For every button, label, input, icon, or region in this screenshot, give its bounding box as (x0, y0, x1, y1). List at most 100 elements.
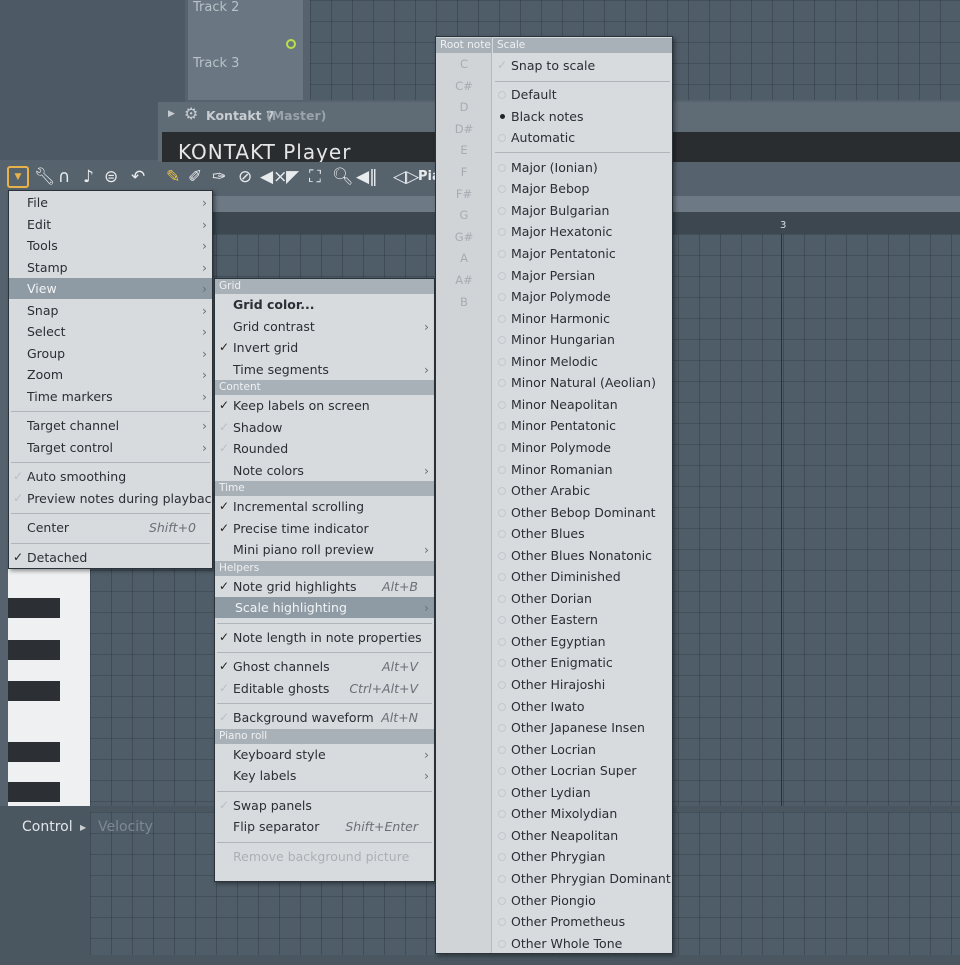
scale-other-locrian[interactable]: Other Locrian (493, 739, 672, 760)
black-key[interactable] (8, 598, 60, 618)
menu-dropdown-icon[interactable]: ▼ (7, 166, 29, 188)
scale-other-prometheus[interactable]: Other Prometheus (493, 911, 672, 932)
menu-item-zoom[interactable]: Zoom › (9, 364, 212, 385)
scale-minor-harmonic[interactable]: Minor Harmonic (493, 308, 672, 329)
scale-major-bulgarian[interactable]: Major Bulgarian (493, 200, 672, 221)
menu-item-note-colors[interactable]: Note colors › (215, 460, 434, 481)
menu-item-select[interactable]: Select › (9, 321, 212, 342)
menu-item-keyboard-style[interactable]: Keyboard style › (215, 744, 434, 765)
scale-other-piongio[interactable]: Other Piongio (493, 890, 672, 911)
menu-item-center[interactable]: Center Shift+0 (9, 517, 212, 538)
scale-minor-neapolitan[interactable]: Minor Neapolitan (493, 394, 672, 415)
scale-minor-pentatonic[interactable]: Minor Pentatonic (493, 415, 672, 436)
scale-minor-hungarian[interactable]: Minor Hungarian (493, 329, 672, 350)
root-note-f-sharp[interactable]: F# (436, 187, 492, 201)
menu-item-editable-ghosts[interactable]: ✓ Editable ghosts Ctrl+Alt+V (215, 678, 434, 699)
scale-major-polymode[interactable]: Major Polymode (493, 286, 672, 307)
scale-major-pentatonic[interactable]: Major Pentatonic (493, 243, 672, 264)
root-note-e[interactable]: E (436, 143, 492, 157)
paint-icon[interactable]: ✐ (188, 167, 202, 187)
menu-item-grid-contrast[interactable]: Grid contrast › (215, 316, 434, 337)
menu-item-target-control[interactable]: Target control › (9, 437, 212, 458)
scale-other-whole-tone[interactable]: Other Whole Tone (493, 933, 672, 954)
menu-item-tools[interactable]: Tools › (9, 235, 212, 256)
menu-item-preview-notes-during-playback[interactable]: ✓ Preview notes during playback (9, 488, 219, 509)
wrench-icon[interactable]: 🔧︎ (34, 167, 56, 187)
scale-mode-black-notes[interactable]: Black notes (493, 106, 672, 127)
scale-other-dorian[interactable]: Other Dorian (493, 588, 672, 609)
scale-mode-default[interactable]: Default (493, 84, 672, 105)
scale-other-japanese-insen[interactable]: Other Japanese Insen (493, 717, 672, 738)
zoom-icon[interactable]: 🔍︎ (332, 167, 354, 187)
gear-icon[interactable]: ⚙ (184, 104, 198, 123)
menu-item-grid-color[interactable]: Grid color... (215, 294, 434, 315)
scale-other-diminished[interactable]: Other Diminished (493, 566, 672, 587)
menu-item-snap-to-scale[interactable]: ✓ Snap to scale (493, 55, 672, 76)
track-3-label[interactable]: Track 3 (193, 56, 239, 71)
menu-item-shadow[interactable]: ✓ Shadow (215, 417, 434, 438)
menu-item-target-channel[interactable]: Target channel › (9, 415, 212, 436)
scale-minor-melodic[interactable]: Minor Melodic (493, 351, 672, 372)
menu-item-snap[interactable]: Snap › (9, 300, 212, 321)
scale-other-mixolydian[interactable]: Other Mixolydian (493, 803, 672, 824)
scale-major-bebop[interactable]: Major Bebop (493, 178, 672, 199)
menu-item-keep-labels-on-screen[interactable]: ✓ Keep labels on screen (215, 395, 434, 416)
scale-other-blues[interactable]: Other Blues (493, 523, 672, 544)
root-note-d-sharp[interactable]: D# (436, 122, 492, 136)
root-note-c[interactable]: C (436, 57, 492, 71)
menu-item-time-segments[interactable]: Time segments › (215, 359, 434, 380)
scale-major-persian[interactable]: Major Persian (493, 265, 672, 286)
expand-arrow-icon[interactable]: ▶ (168, 109, 175, 119)
stamp-icon[interactable]: ⊜ (104, 167, 118, 187)
root-note-a[interactable]: A (436, 251, 492, 265)
root-note-d[interactable]: D (436, 100, 492, 114)
scale-other-arabic[interactable]: Other Arabic (493, 480, 672, 501)
piano-keyboard[interactable] (8, 568, 90, 806)
track-indicator-icon[interactable] (286, 39, 296, 49)
menu-item-key-labels[interactable]: Key labels › (215, 765, 434, 786)
root-note-c-sharp[interactable]: C# (436, 79, 492, 93)
scale-other-phrygian-dominant[interactable]: Other Phrygian Dominant (493, 868, 672, 889)
scale-other-eastern[interactable]: Other Eastern (493, 609, 672, 630)
root-note-f[interactable]: F (436, 165, 492, 179)
black-key[interactable] (8, 640, 60, 660)
scale-other-blues-nonatonic[interactable]: Other Blues Nonatonic (493, 545, 672, 566)
menu-item-mini-piano-roll-preview[interactable]: Mini piano roll preview › (215, 539, 434, 560)
menu-item-swap-panels[interactable]: ✓ Swap panels (215, 795, 434, 816)
scale-other-phrygian[interactable]: Other Phrygian (493, 846, 672, 867)
menu-item-detached[interactable]: ✓ Detached (9, 547, 212, 568)
root-note-b[interactable]: B (436, 295, 492, 309)
menu-item-note-length-in-note-properties[interactable]: ✓ Note length in note properties (215, 627, 434, 648)
menu-item-invert-grid[interactable]: ✓ Invert grid (215, 337, 434, 358)
scale-other-enigmatic[interactable]: Other Enigmatic (493, 652, 672, 673)
menu-item-flip-separator[interactable]: Flip separator Shift+Enter (215, 816, 434, 837)
paint-add-icon[interactable]: ✑ (212, 167, 226, 187)
scale-other-iwato[interactable]: Other Iwato (493, 696, 672, 717)
black-key[interactable] (8, 681, 60, 701)
undo-icon[interactable]: ↶ (131, 167, 145, 187)
mute-icon[interactable]: ◀× (260, 167, 287, 187)
note-icon[interactable]: ♪ (83, 167, 94, 187)
black-key[interactable] (8, 742, 60, 762)
scale-minor-natural-aeolian[interactable]: Minor Natural (Aeolian) (493, 372, 672, 393)
menu-item-background-waveform[interactable]: ✓ Background waveform Alt+N (215, 707, 434, 728)
scale-major-ionian[interactable]: Major (Ionian) (493, 157, 672, 178)
menu-item-group[interactable]: Group › (9, 343, 212, 364)
scale-other-neapolitan[interactable]: Other Neapolitan (493, 825, 672, 846)
scale-minor-polymode[interactable]: Minor Polymode (493, 437, 672, 458)
root-note-g[interactable]: G (436, 208, 492, 222)
menu-item-ghost-channels[interactable]: ✓ Ghost channels Alt+V (215, 656, 434, 677)
scale-other-egyptian[interactable]: Other Egyptian (493, 631, 672, 652)
menu-item-note-grid-highlights[interactable]: ✓ Note grid highlights Alt+B (215, 576, 434, 597)
menu-item-view[interactable]: View › (9, 278, 212, 299)
playback-icon[interactable]: ◀‖ (356, 167, 378, 187)
scale-other-locrian-super[interactable]: Other Locrian Super (493, 760, 672, 781)
scale-major-hexatonic[interactable]: Major Hexatonic (493, 221, 672, 242)
black-key[interactable] (8, 782, 60, 802)
menu-item-file[interactable]: File › (9, 192, 212, 213)
root-note-a-sharp[interactable]: A# (436, 273, 492, 287)
slice-icon[interactable]: ◤ (286, 167, 299, 187)
menu-item-scale-highlighting[interactable]: Scale highlighting › (215, 597, 434, 618)
speaker-icon[interactable]: ◁▷ (393, 167, 419, 187)
scale-other-hirajoshi[interactable]: Other Hirajoshi (493, 674, 672, 695)
